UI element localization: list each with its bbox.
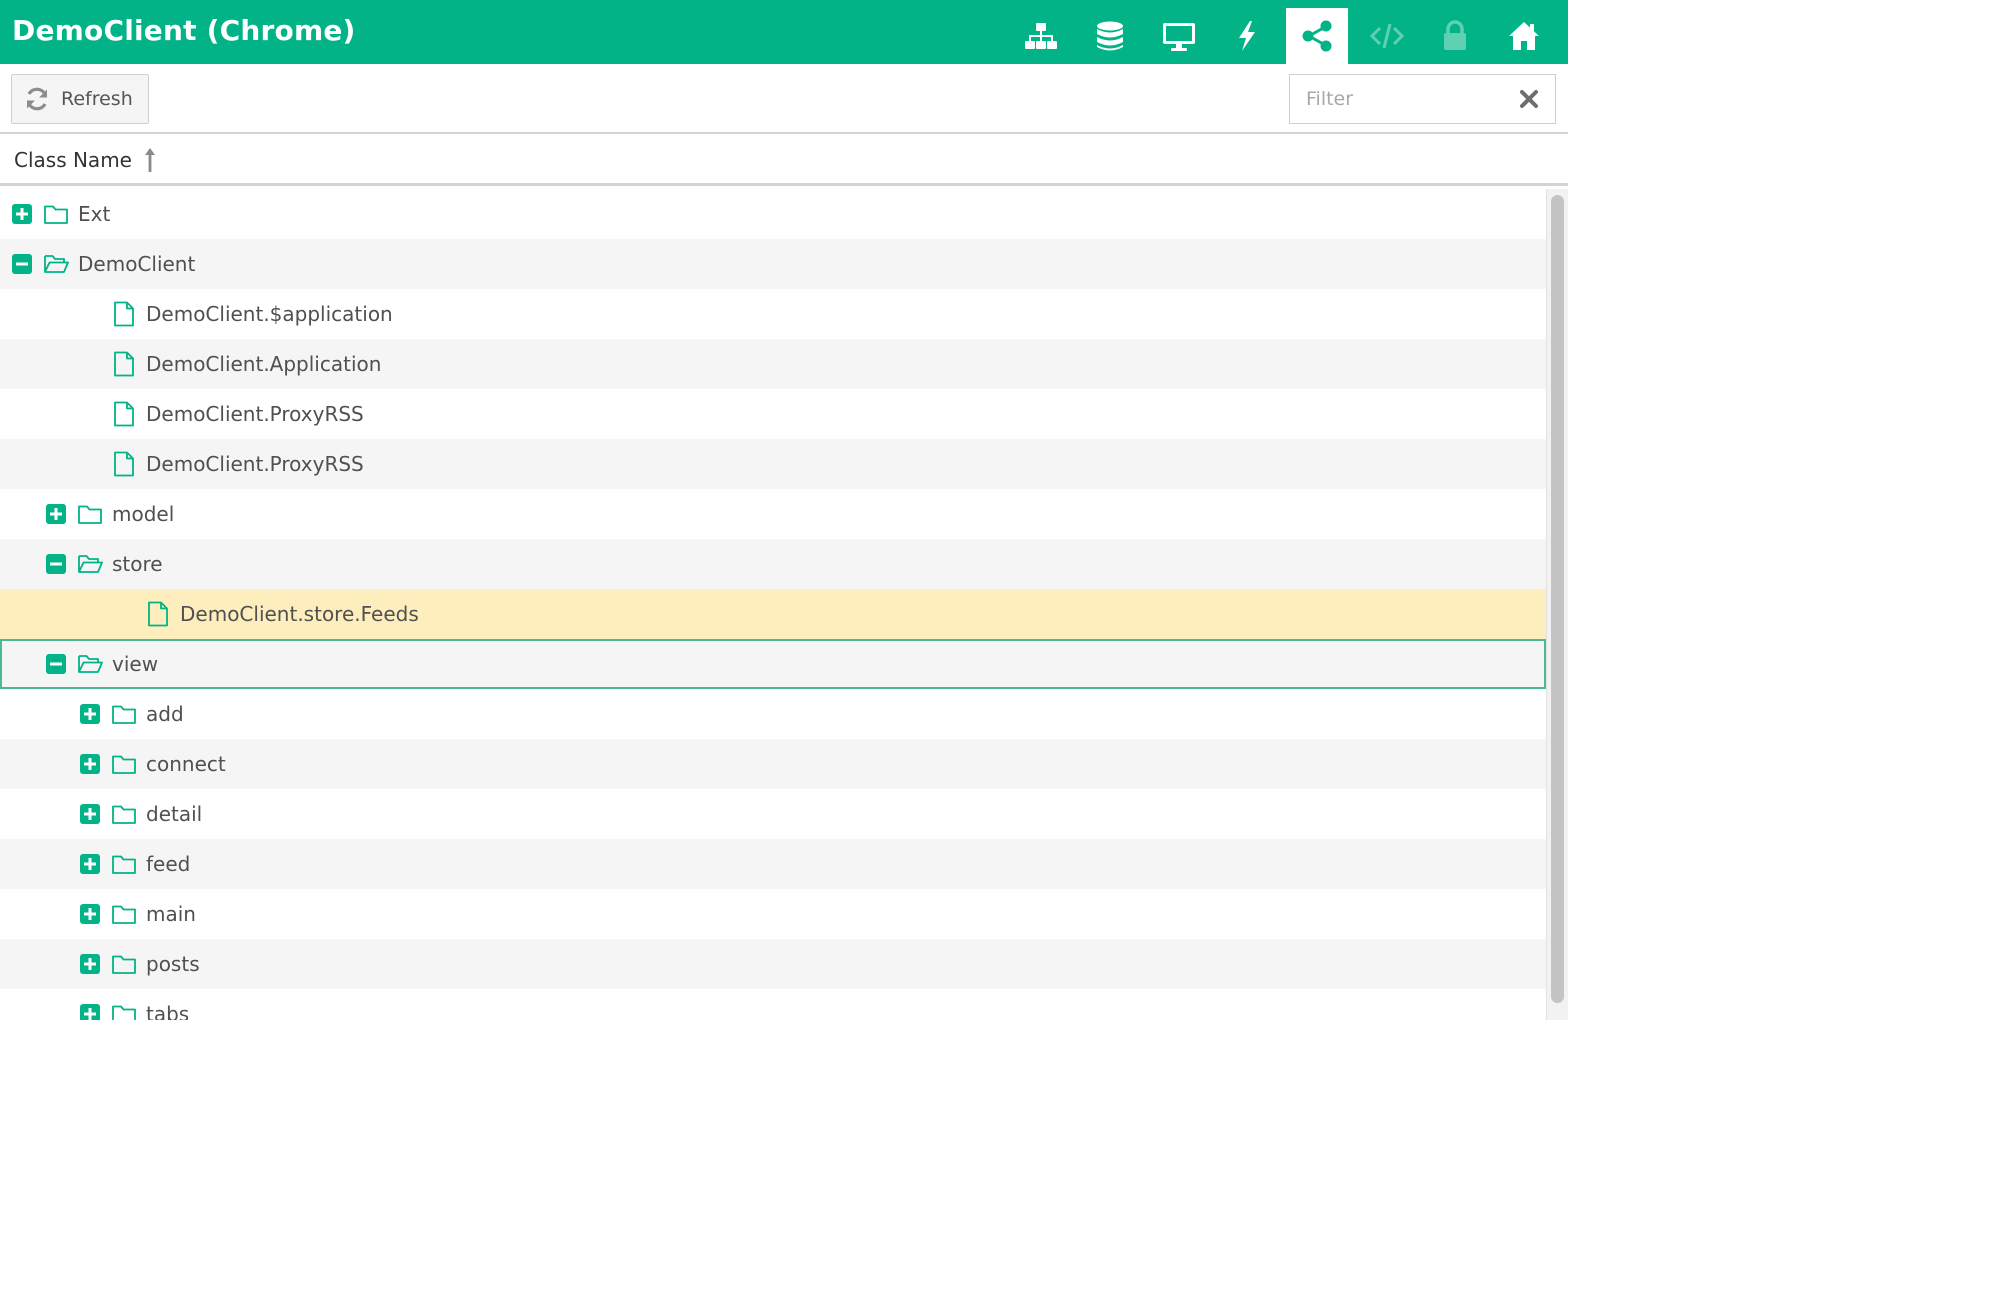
app-title: DemoClient (Chrome)	[12, 14, 356, 47]
tree-row-label: Ext	[78, 202, 111, 226]
tree-row-label: store	[112, 552, 163, 576]
tree-row[interactable]: view	[0, 639, 1546, 689]
expand-icon[interactable]	[80, 1004, 100, 1020]
column-class-name[interactable]: Class Name	[14, 136, 156, 184]
lock-icon	[1444, 20, 1466, 50]
refresh-icon	[26, 87, 48, 111]
sitemap-icon	[1025, 23, 1057, 49]
database-icon	[1097, 21, 1123, 51]
column-header: Class Name	[0, 136, 1568, 186]
scrollbar-thumb[interactable]	[1551, 195, 1564, 1003]
nav-button-bolt[interactable]	[1216, 8, 1278, 64]
file-icon	[111, 301, 137, 327]
tree-row-label: view	[112, 652, 159, 676]
folder-icon	[111, 751, 137, 777]
tree-row[interactable]: feed	[0, 839, 1546, 889]
tree-row[interactable]: tabs	[0, 989, 1546, 1020]
nav-button-code[interactable]	[1356, 8, 1418, 64]
tree-row-label: tabs	[146, 1002, 190, 1020]
tree-row[interactable]: DemoClient.Application	[0, 339, 1546, 389]
tree-row-label: detail	[146, 802, 203, 826]
app-header: DemoClient (Chrome)	[0, 0, 1568, 64]
nav-button-monitor[interactable]	[1148, 8, 1210, 64]
nav-button-database[interactable]	[1079, 8, 1141, 64]
clear-icon[interactable]	[1519, 89, 1539, 109]
collapse-icon[interactable]	[46, 554, 66, 574]
monitor-icon	[1163, 23, 1195, 51]
file-icon	[145, 601, 171, 627]
tree-row[interactable]: DemoClient.$application	[0, 289, 1546, 339]
folder-open-icon	[77, 551, 103, 577]
tree-row[interactable]: model	[0, 489, 1546, 539]
filter-input[interactable]	[1290, 75, 1510, 123]
tree-row[interactable]: add	[0, 689, 1546, 739]
folder-open-icon	[43, 251, 69, 277]
folder-open-icon	[77, 651, 103, 677]
folder-icon	[111, 851, 137, 877]
tree-row-label: DemoClient	[78, 252, 196, 276]
tree-row-label: add	[146, 702, 184, 726]
folder-icon	[111, 951, 137, 977]
bolt-icon	[1239, 21, 1255, 51]
nav-button-home[interactable]	[1493, 8, 1555, 64]
folder-icon	[43, 201, 69, 227]
class-tree: Ext DemoClient DemoClient.$application Demo…	[0, 189, 1546, 1020]
folder-icon	[111, 1001, 137, 1020]
refresh-label: Refresh	[61, 88, 133, 110]
nav-button-share[interactable]	[1286, 8, 1348, 64]
tree-row-label: main	[146, 902, 196, 926]
expand-icon[interactable]	[80, 904, 100, 924]
code-icon	[1369, 23, 1405, 49]
tree-row-label: DemoClient.ProxyRSS	[146, 402, 364, 426]
tree-row[interactable]: detail	[0, 789, 1546, 839]
collapse-icon[interactable]	[12, 254, 32, 274]
folder-icon	[111, 801, 137, 827]
tree-row[interactable]: Ext	[0, 189, 1546, 239]
home-icon	[1509, 22, 1539, 50]
folder-icon	[111, 701, 137, 727]
tree-row-label: posts	[146, 952, 200, 976]
tree-row-label: connect	[146, 752, 226, 776]
toolbar: Refresh	[0, 64, 1568, 134]
share-icon	[1302, 20, 1332, 52]
collapse-icon[interactable]	[46, 654, 66, 674]
tree-row-label: DemoClient.ProxyRSS	[146, 452, 364, 476]
expand-icon[interactable]	[46, 504, 66, 524]
folder-icon	[111, 901, 137, 927]
tree-row-label: DemoClient.$application	[146, 302, 393, 326]
folder-icon	[77, 501, 103, 527]
expand-icon[interactable]	[80, 854, 100, 874]
file-icon	[111, 401, 137, 427]
tree-row-label: model	[112, 502, 175, 526]
expand-icon[interactable]	[80, 754, 100, 774]
filter-box	[1289, 74, 1556, 124]
tree-row[interactable]: DemoClient.ProxyRSS	[0, 439, 1546, 489]
tree-row[interactable]: DemoClient	[0, 239, 1546, 289]
tree-row-label: DemoClient.store.Feeds	[180, 602, 419, 626]
sort-ascending-icon	[144, 148, 155, 172]
nav-button-lock[interactable]	[1424, 8, 1486, 64]
tree-row-label: DemoClient.Application	[146, 352, 382, 376]
expand-icon[interactable]	[80, 954, 100, 974]
refresh-button[interactable]: Refresh	[11, 74, 149, 124]
expand-icon[interactable]	[80, 804, 100, 824]
tree-row[interactable]: DemoClient.store.Feeds	[0, 589, 1546, 639]
expand-icon[interactable]	[80, 704, 100, 724]
tree-row[interactable]: main	[0, 889, 1546, 939]
tree-row-label: feed	[146, 852, 191, 876]
column-title: Class Name	[14, 148, 132, 172]
tree-row[interactable]: store	[0, 539, 1546, 589]
expand-icon[interactable]	[12, 204, 32, 224]
nav-button-sitemap[interactable]	[1010, 8, 1072, 64]
tree-row[interactable]: posts	[0, 939, 1546, 989]
tree-row[interactable]: DemoClient.ProxyRSS	[0, 389, 1546, 439]
vertical-scrollbar[interactable]	[1546, 189, 1568, 1020]
file-icon	[111, 451, 137, 477]
tree-row[interactable]: connect	[0, 739, 1546, 789]
file-icon	[111, 351, 137, 377]
